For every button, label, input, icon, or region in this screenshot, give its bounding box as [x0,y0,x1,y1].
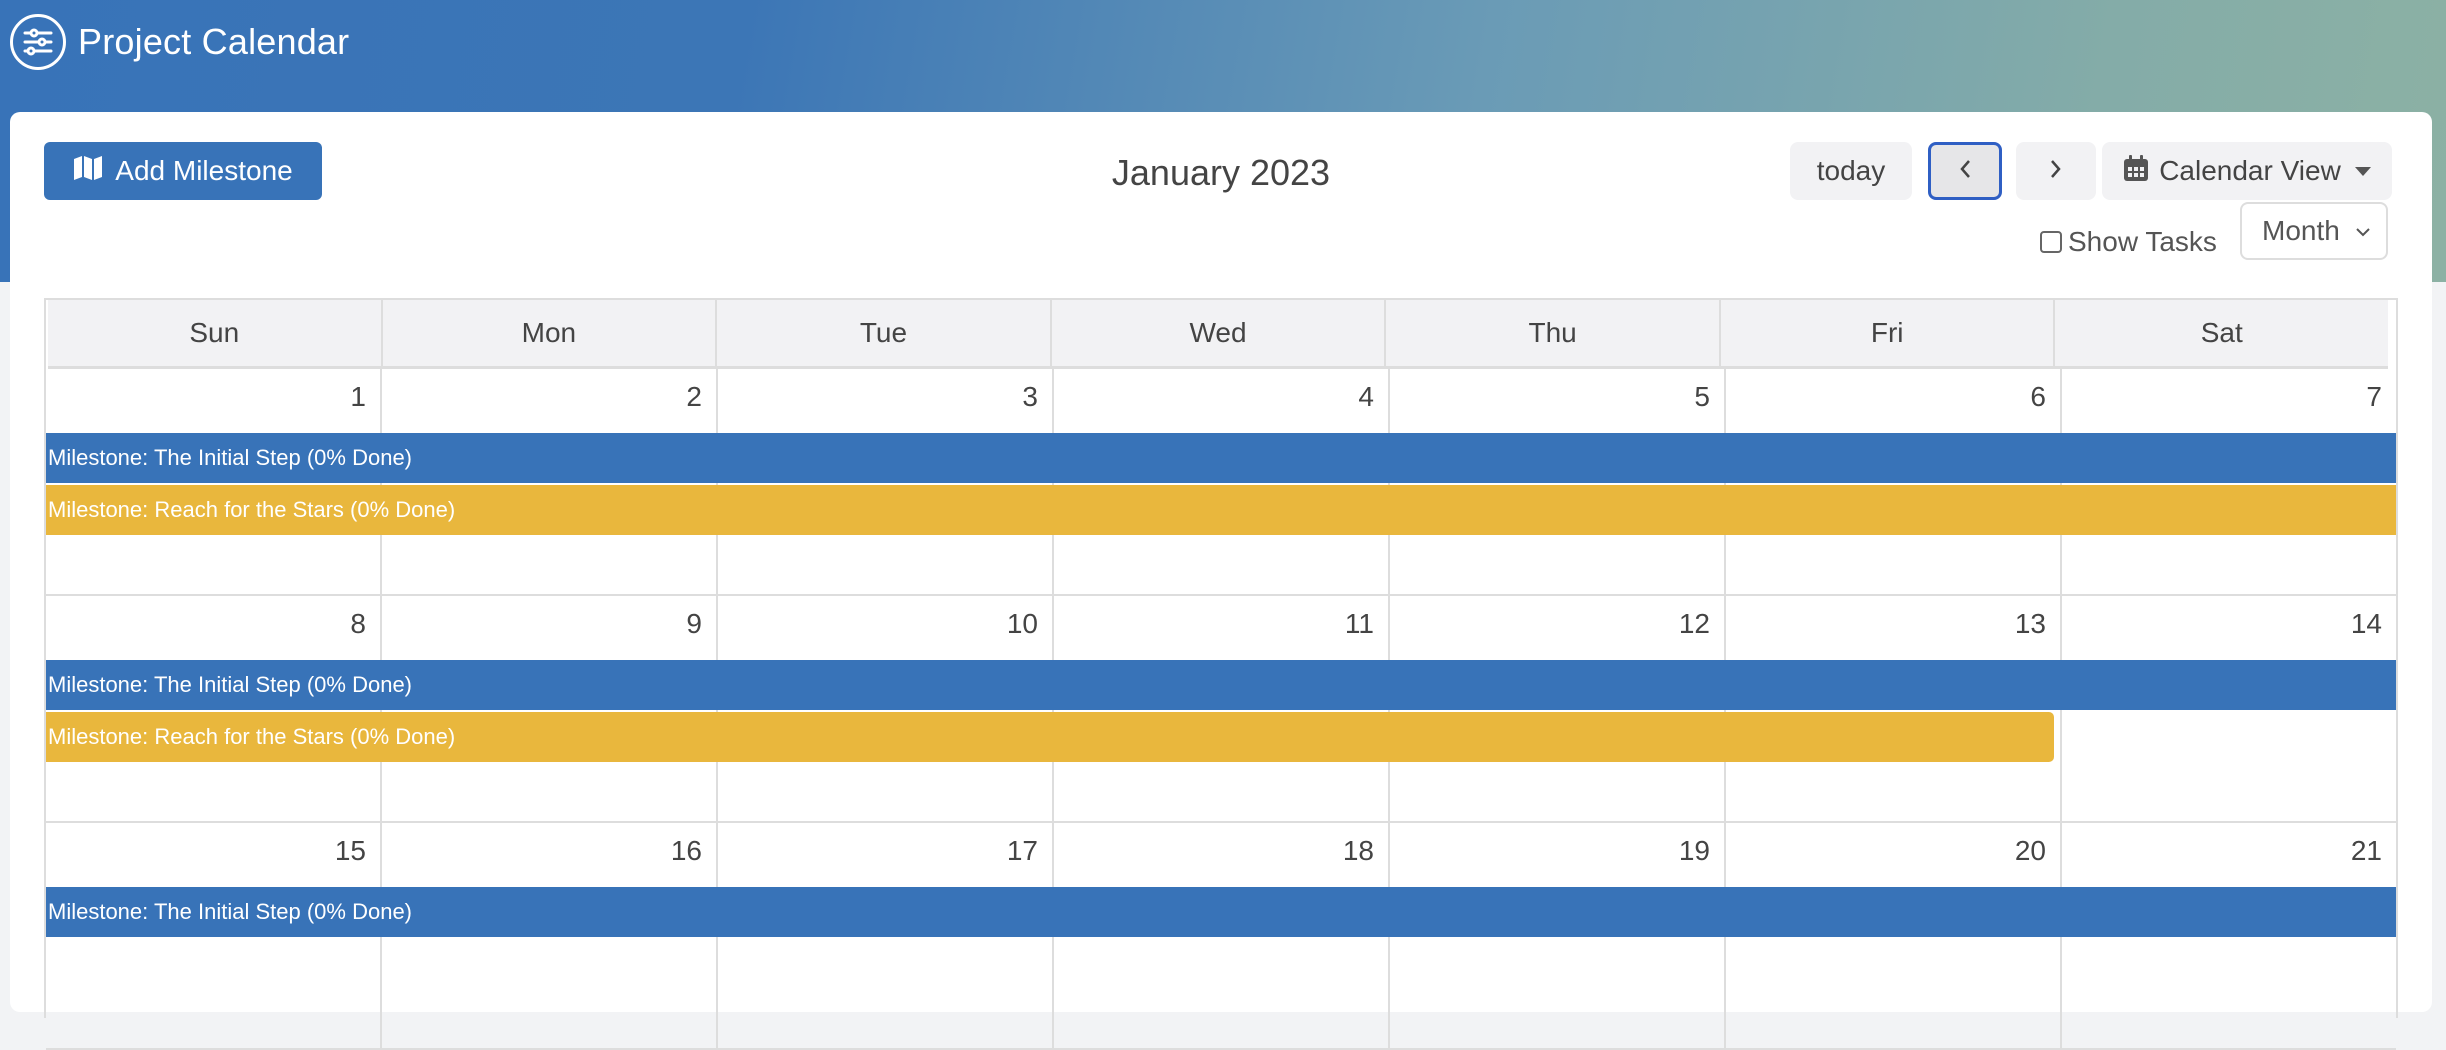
calendar-card: Add Milestone January 2023 today Calenda… [10,112,2432,1050]
day-number[interactable]: 8 [350,608,366,639]
day-number[interactable]: 20 [2015,835,2046,866]
weekday-header: Fri [1721,300,2056,366]
milestone-event[interactable]: Milestone: Reach for the Stars (0% Done) [46,485,2396,535]
week-row: 8 9 10 11 12 13 14 Milestone: The Initial Step … [46,596,2396,823]
day-number[interactable]: 4 [1358,381,1374,412]
day-number[interactable]: 1 [350,381,366,412]
day-number[interactable]: 5 [1694,381,1710,412]
day-number[interactable]: 21 [2351,835,2382,866]
weekday-header: Wed [1052,300,1387,366]
page-title: Project Calendar [78,21,350,62]
week-row: 15 16 17 18 19 20 21 Milestone: The Initial Ste… [46,823,2396,1050]
weekday-header: Sun [48,300,383,366]
sliders-icon [10,14,66,70]
milestone-event[interactable]: Milestone: The Initial Step (0% Done) [46,433,2396,483]
calendar-icon [2123,154,2149,189]
range-select-value: Month [2262,215,2340,246]
day-number[interactable]: 14 [2351,608,2382,639]
show-tasks-label: Show Tasks [2068,226,2217,257]
day-number[interactable]: 3 [1022,381,1038,412]
previous-month-button[interactable] [1928,142,2002,200]
weekday-header: Mon [383,300,718,366]
day-number[interactable]: 2 [686,381,702,412]
day-number[interactable]: 6 [2030,381,2046,412]
day-number[interactable]: 9 [686,608,702,639]
add-milestone-label: Add Milestone [115,155,293,186]
month-grid: Sun Mon Tue Wed Thu Fri Sat 1 2 3 4 5 6 7 Milestone: … [44,298,2398,1050]
milestone-event[interactable]: Milestone: The Initial Step (0% Done) [46,887,2396,937]
calendar-view-dropdown[interactable]: Calendar View [2102,142,2392,200]
weekday-header: Tue [717,300,1052,366]
today-button[interactable]: today [1790,142,1912,200]
caret-down-icon [2354,166,2371,176]
milestone-event[interactable]: Milestone: The Initial Step (0% Done) [46,660,2396,710]
day-number[interactable]: 15 [335,835,366,866]
day-number[interactable]: 17 [1007,835,1038,866]
range-select[interactable]: Month [2240,202,2388,260]
day-number[interactable]: 12 [1679,608,1710,639]
day-number[interactable]: 11 [1345,608,1374,639]
chevron-left-icon [1958,155,1972,187]
day-number[interactable]: 7 [2366,381,2382,412]
week-row: 1 2 3 4 5 6 7 Milestone: The Initial Step (0% D… [46,369,2396,596]
day-number[interactable]: 19 [1679,835,1710,866]
next-month-button[interactable] [2016,142,2096,200]
day-number[interactable]: 18 [1343,835,1374,866]
day-number[interactable]: 13 [2015,608,2046,639]
chevron-right-icon [2049,155,2063,187]
weekday-header-row: Sun Mon Tue Wed Thu Fri Sat [48,300,2388,369]
app-header: Project Calendar [10,12,349,72]
day-number[interactable]: 10 [1007,608,1038,639]
add-milestone-button[interactable]: Add Milestone [44,142,322,200]
map-icon [73,155,103,188]
chevron-down-icon [2354,218,2372,253]
milestone-event[interactable]: Milestone: Reach for the Stars (0% Done) [46,712,2055,762]
show-tasks-checkbox[interactable] [2040,231,2062,253]
calendar-view-label: Calendar View [2159,155,2341,186]
show-tasks-toggle[interactable]: Show Tasks [2040,212,2217,272]
weekday-header: Thu [1386,300,1721,366]
day-number[interactable]: 16 [671,835,702,866]
weekday-header: Sat [2200,317,2243,348]
